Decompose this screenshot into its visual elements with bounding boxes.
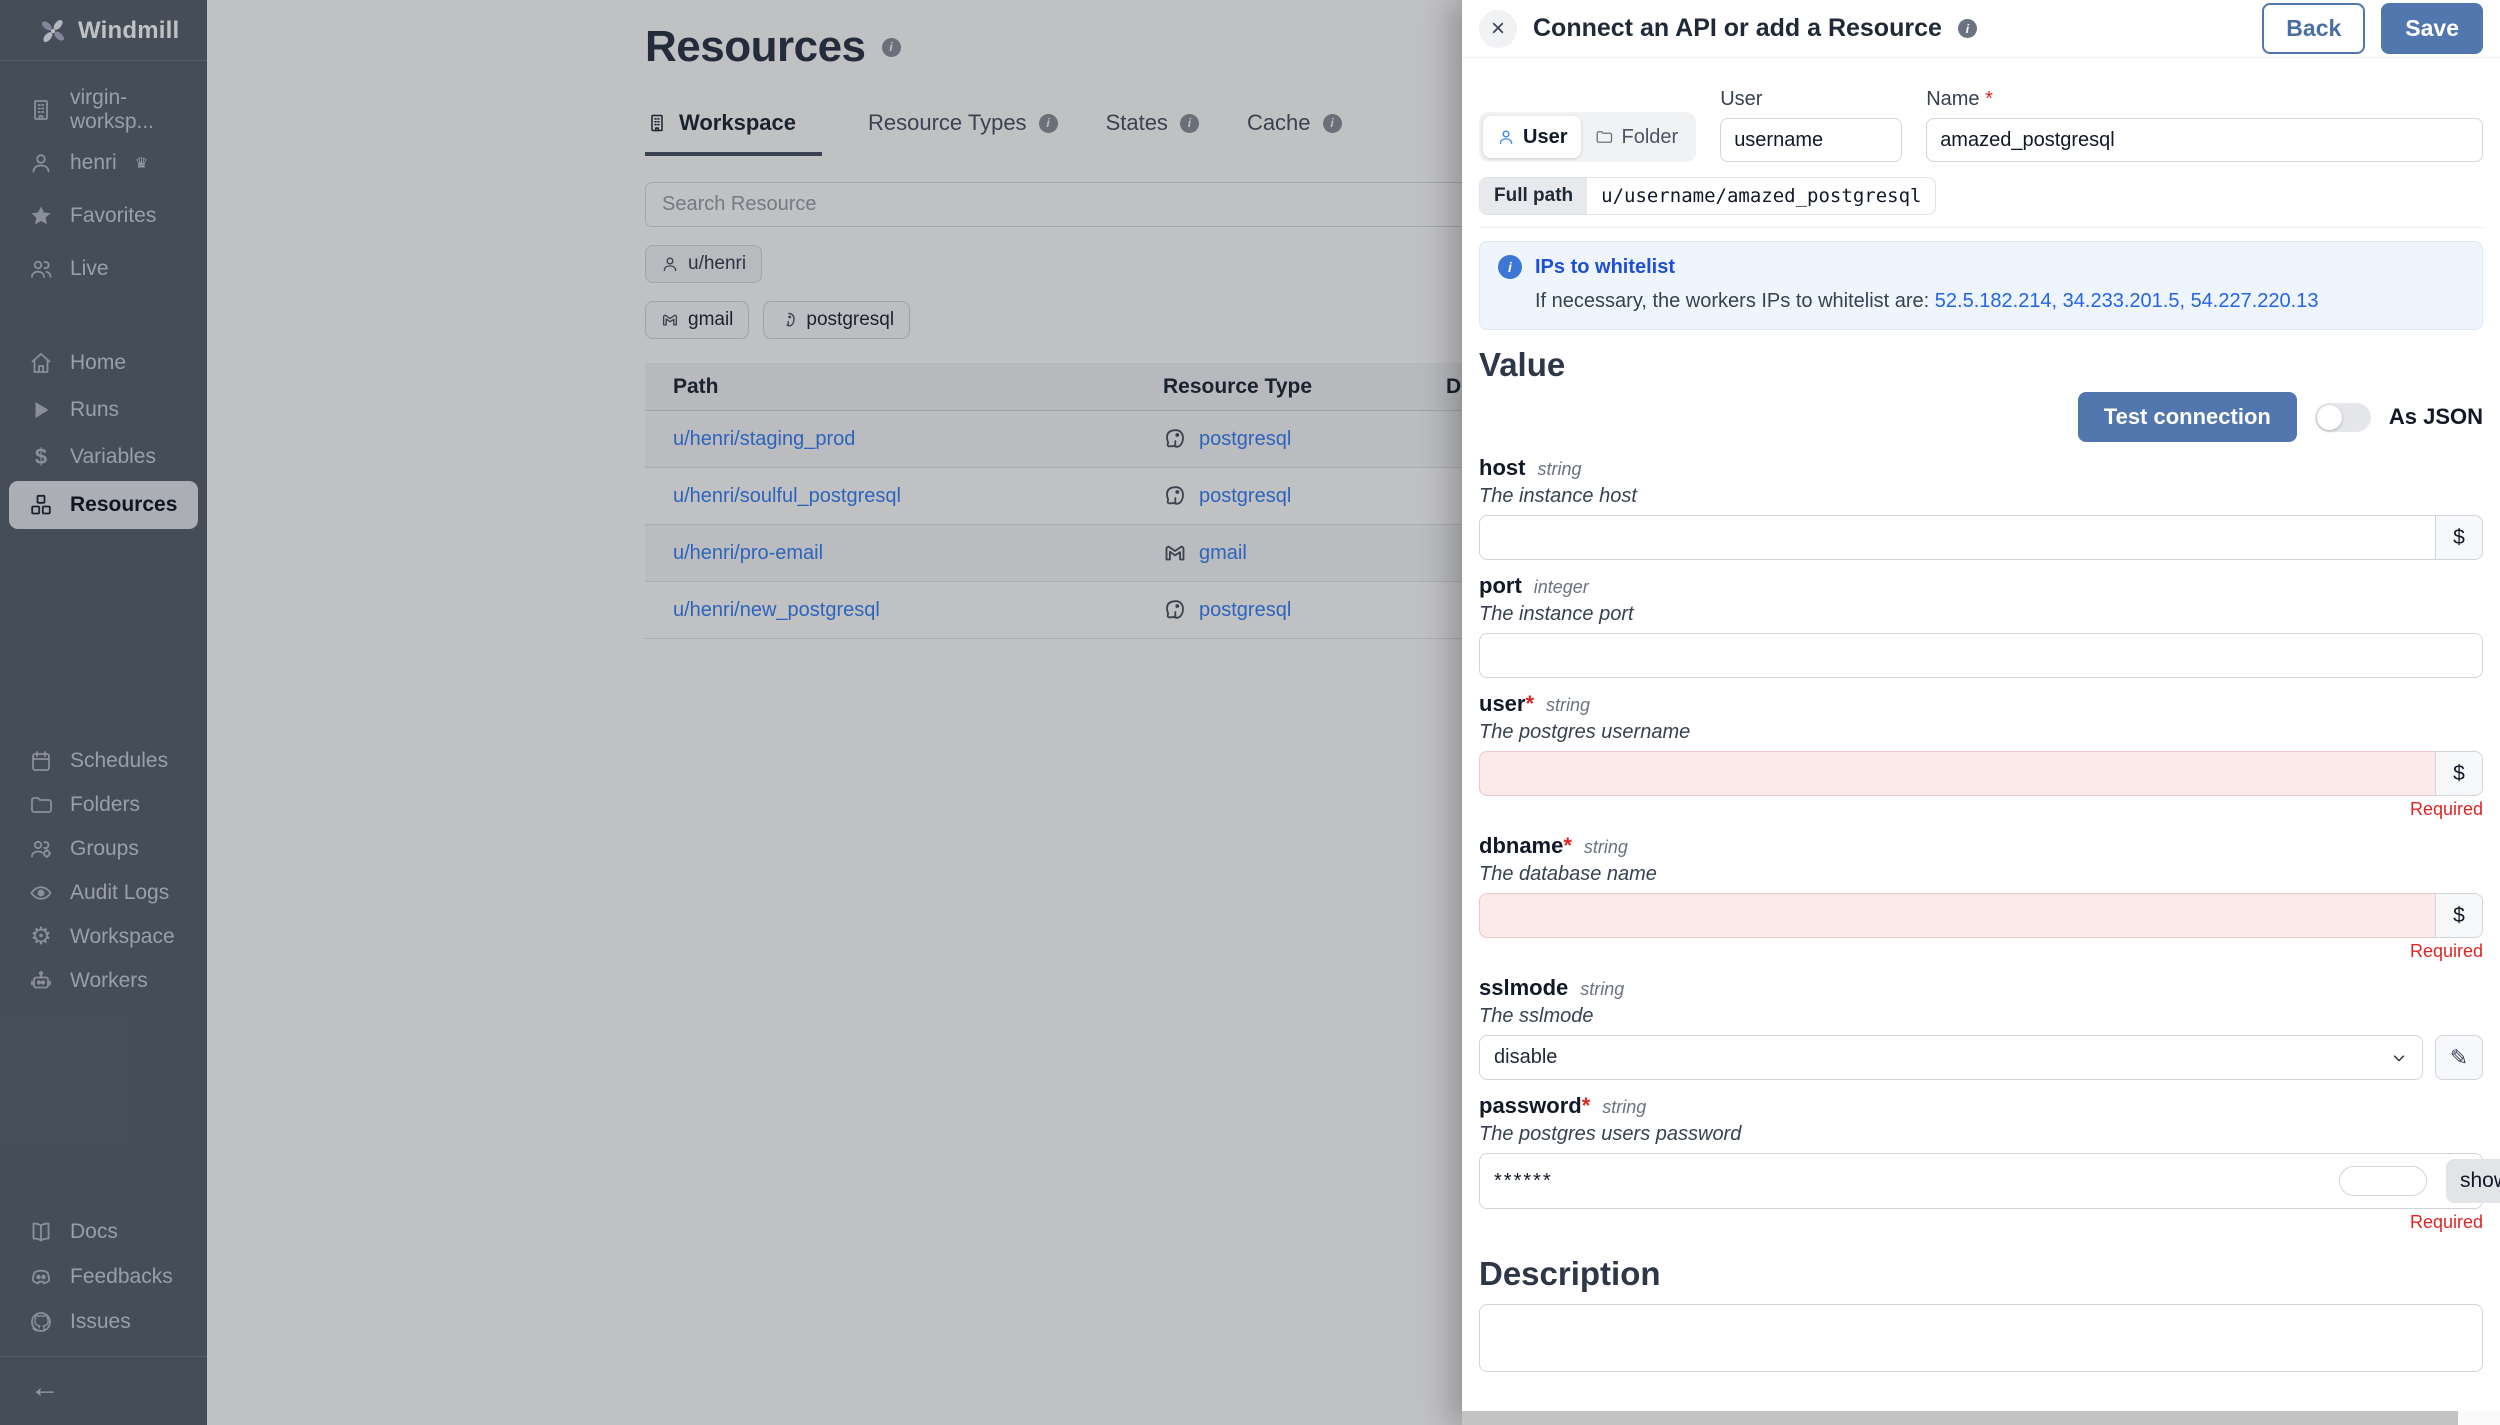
field-description: The sslmode: [1479, 1005, 1594, 1027]
user-icon: [1497, 128, 1515, 146]
field-type: string: [1583, 837, 1628, 857]
required-error: Required: [2409, 799, 2483, 819]
kind-user-label: User: [1523, 125, 1568, 148]
insert-variable-button[interactable]: $: [2435, 515, 2483, 560]
field-name: sslmode: [1479, 975, 1569, 1000]
field-description: The database name: [1479, 863, 1657, 885]
field-user: user* string The postgres username $ Req…: [1479, 691, 2483, 820]
field-name: user*: [1479, 691, 1535, 716]
show-password-button[interactable]: show: [2445, 1159, 2500, 1203]
resource-name-field[interactable]: [1926, 118, 2483, 162]
field-name: host: [1479, 455, 1526, 480]
required-asterisk: *: [1563, 833, 1572, 858]
name-field-label: Name *: [1926, 88, 1993, 110]
sslmode-selected-value: disable: [1494, 1046, 1558, 1068]
field-host: host string The instance host $: [1479, 455, 2483, 560]
description-textarea[interactable]: [1479, 1304, 2483, 1372]
info-icon: [1957, 19, 1977, 38]
field-description: The postgres username: [1479, 721, 1691, 743]
infobox-body: If necessary, the workers IPs to whiteli…: [1535, 290, 1935, 312]
toggle-knob: [2316, 404, 2342, 430]
field-description: The instance host: [1479, 485, 1637, 507]
sslmode-select[interactable]: disable: [1479, 1035, 2423, 1080]
full-path: Full path u/username/amazed_postgresql: [1479, 177, 1937, 215]
edit-raw-button[interactable]: [2435, 1035, 2483, 1080]
field-dbname: dbname* string The database name $ Requi…: [1479, 833, 2483, 962]
folder-icon: [1595, 128, 1613, 146]
full-path-label: Full path: [1480, 178, 1588, 214]
drawer-title: Connect an API or add a Resource: [1533, 14, 1942, 42]
test-connection-button[interactable]: Test connection: [2077, 392, 2297, 442]
value-heading: Value: [1479, 346, 1566, 383]
kind-user-option[interactable]: User: [1483, 116, 1582, 158]
insert-variable-button[interactable]: $: [2435, 893, 2483, 938]
field-sslmode: sslmode string The sslmode disable: [1479, 975, 2483, 1080]
infobox-title: IPs to whitelist: [1535, 255, 1676, 278]
field-name: dbname*: [1479, 833, 1572, 858]
field-name: port: [1479, 573, 1522, 598]
kind-folder-option[interactable]: Folder: [1581, 116, 1692, 158]
save-button[interactable]: Save: [2381, 3, 2483, 54]
required-error: Required: [2409, 941, 2483, 961]
user-field-label: User: [1720, 88, 1763, 110]
ip-whitelist-infobox: IPs to whitelist If necessary, the worke…: [1479, 241, 2483, 330]
divider: [1479, 227, 2483, 228]
chevron-down-icon: [2390, 1049, 2408, 1067]
field-name: password*: [1479, 1093, 1591, 1118]
port-input[interactable]: [1479, 633, 2483, 678]
field-type: string: [1580, 979, 1625, 999]
add-resource-drawer: Connect an API or add a Resource Back Sa…: [1462, 0, 2500, 1425]
kind-folder-label: Folder: [1621, 125, 1679, 148]
close-icon[interactable]: [1479, 9, 1517, 48]
field-description: The postgres users password: [1479, 1123, 1742, 1145]
as-json-toggle[interactable]: [2314, 402, 2371, 432]
host-input[interactable]: [1479, 515, 2435, 560]
field-type: integer: [1533, 577, 1589, 597]
modal-backdrop[interactable]: [0, 0, 1462, 1425]
required-asterisk: *: [1985, 88, 1993, 110]
horizontal-scrollbar: [1462, 1411, 2500, 1425]
field-type: string: [1537, 459, 1582, 479]
full-path-value: u/username/amazed_postgresql: [1601, 185, 1922, 207]
required-asterisk: *: [1581, 1093, 1591, 1118]
worker-ips[interactable]: 52.5.182.214, 34.233.201.5, 54.227.220.1…: [1935, 290, 2319, 312]
field-description: The instance port: [1479, 603, 1634, 625]
required-error: Required: [2409, 1212, 2483, 1232]
scrollbar-thumb[interactable]: [1462, 1411, 2458, 1425]
field-type: string: [1546, 695, 1591, 715]
required-asterisk: *: [1525, 691, 1535, 716]
description-heading: Description: [1479, 1255, 1661, 1292]
back-button[interactable]: Back: [2262, 3, 2366, 54]
field-port: port integer The instance port: [1479, 573, 2483, 678]
insert-variable-button[interactable]: $: [2435, 751, 2483, 796]
owner-kind-toggle: User Folder: [1479, 112, 1697, 162]
field-type: string: [1602, 1097, 1647, 1117]
info-icon: [1498, 255, 1522, 279]
username-field[interactable]: [1720, 118, 1903, 162]
field-password: password* string The postgres users pass…: [1479, 1093, 2500, 1233]
dbname-input[interactable]: [1479, 893, 2435, 938]
password-reveal-pill[interactable]: [2339, 1166, 2427, 1196]
user-input[interactable]: [1479, 751, 2435, 796]
password-input[interactable]: [1479, 1153, 2483, 1209]
as-json-label: As JSON: [2388, 404, 2483, 429]
